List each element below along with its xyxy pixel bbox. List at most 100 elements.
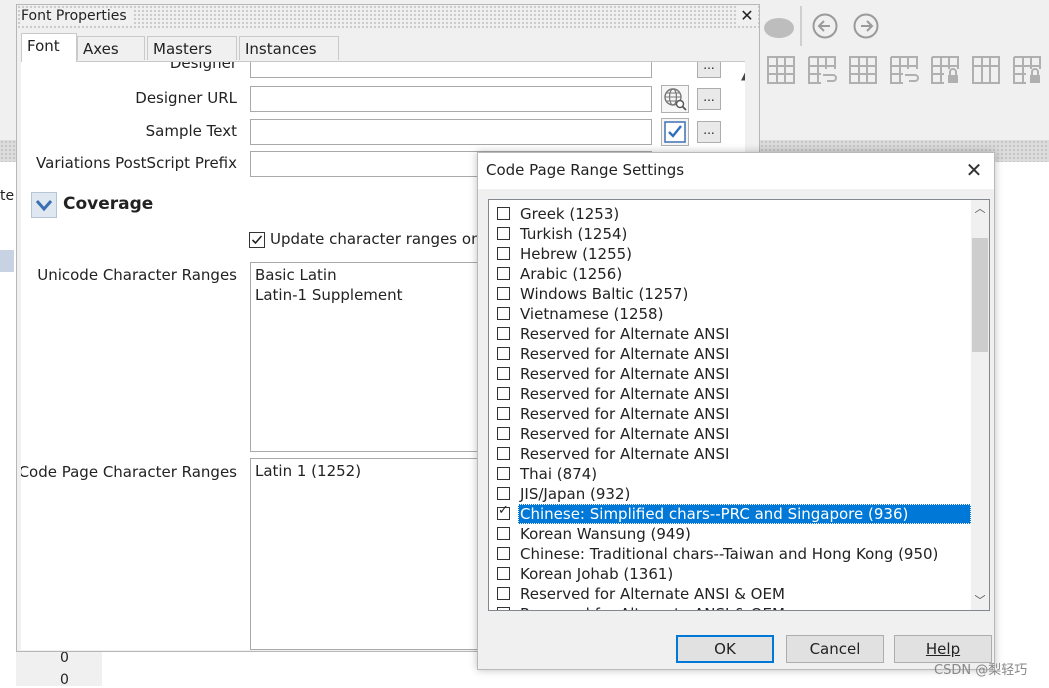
code-page-checkbox[interactable]: [497, 287, 510, 300]
list-item: Basic Latin: [255, 266, 337, 284]
ellipse-tool-icon[interactable]: [764, 18, 794, 38]
code-page-checkbox[interactable]: [497, 503, 510, 520]
list-item: Latin-1 Supplement: [255, 286, 403, 304]
code-page-item[interactable]: Reserved for Alternate ANSI: [489, 424, 971, 444]
checkbox-list-icon[interactable]: [661, 118, 689, 146]
sample-text-field[interactable]: [250, 119, 652, 145]
code-page-checkbox[interactable]: [497, 587, 510, 600]
tab-font[interactable]: Font: [21, 33, 77, 62]
designer-field[interactable]: [250, 62, 652, 78]
table-undo-2-icon[interactable]: [889, 55, 919, 85]
code-page-checkbox[interactable]: [497, 367, 510, 380]
table-grid-icon[interactable]: [766, 55, 796, 85]
code-page-item[interactable]: Reserved for Alternate ANSI: [489, 364, 971, 384]
code-page-item[interactable]: Reserved for Alternate ANSI & OEM: [489, 584, 971, 604]
close-icon[interactable]: ✕: [737, 6, 757, 26]
designer-url-label: Designer URL: [135, 89, 237, 107]
code-page-label: Windows Baltic (1257): [520, 285, 689, 303]
code-page-list[interactable]: Greek (1253) Turkish (1254) Hebrew (1255) A…: [488, 199, 990, 611]
code-page-label: JIS/Japan (932): [520, 485, 631, 503]
unicode-ranges-list[interactable]: Basic Latin Latin-1 Supplement: [250, 262, 490, 452]
codepage-ranges-label: Code Page Character Ranges: [21, 463, 237, 481]
scrollbar[interactable]: ︿ ﹀: [971, 200, 989, 610]
scroll-up-icon[interactable]: ▲: [741, 68, 745, 82]
table-columns-icon[interactable]: [971, 55, 1001, 85]
code-page-checkbox[interactable]: [497, 327, 510, 340]
code-page-item[interactable]: Korean Johab (1361): [489, 564, 971, 584]
font-properties-titlebar[interactable]: Font Properties ✕: [17, 5, 759, 29]
code-page-checkbox[interactable]: [497, 567, 510, 580]
code-page-checkbox[interactable]: [497, 547, 510, 560]
tab-instances[interactable]: Instances (1): [239, 36, 339, 82]
code-page-checkbox[interactable]: [497, 407, 510, 420]
code-page-item[interactable]: Turkish (1254): [489, 224, 971, 244]
table-undo-icon[interactable]: [807, 55, 837, 85]
background-text: te: [0, 188, 15, 204]
sample-text-browse-button[interactable]: ...: [697, 121, 721, 143]
code-page-checkbox[interactable]: [497, 467, 510, 480]
table-rows-icon[interactable]: [848, 55, 878, 85]
update-ranges-checkbox[interactable]: [249, 232, 265, 248]
designer-browse-button[interactable]: ...: [697, 62, 721, 78]
chevron-down-icon[interactable]: [31, 192, 57, 218]
ok-button[interactable]: OK: [676, 635, 774, 663]
list-item: Latin 1 (1252): [255, 462, 362, 480]
scrollbar-thumb[interactable]: [972, 238, 988, 352]
designer-url-field[interactable]: [250, 86, 652, 112]
code-page-checkbox[interactable]: [497, 447, 510, 460]
code-page-checkbox[interactable]: [497, 227, 510, 240]
code-page-item[interactable]: Reserved for Alternate ANSI: [489, 324, 971, 344]
chevron-up-icon[interactable]: ︿: [973, 200, 987, 216]
code-page-item[interactable]: Reserved for Alternate ANSI: [489, 344, 971, 364]
code-page-range-dialog: Code Page Range Settings ✕ Greek (1253) T…: [477, 152, 995, 670]
tab-masters[interactable]: Masters (1): [147, 36, 237, 82]
unicode-ranges-label: Unicode Character Ranges: [37, 266, 237, 284]
code-page-checkbox[interactable]: [497, 307, 510, 320]
code-page-item[interactable]: Reserved for Alternate ANSI: [489, 444, 971, 464]
code-page-checkbox[interactable]: [497, 607, 510, 610]
code-page-label: Reserved for Alternate ANSI & OEM: [518, 604, 787, 610]
table-lock-2-icon[interactable]: [1012, 55, 1042, 85]
code-page-checkbox[interactable]: [497, 427, 510, 440]
code-page-label: Greek (1253): [520, 205, 620, 223]
back-arrow-icon[interactable]: [812, 13, 838, 39]
code-page-checkbox[interactable]: [497, 207, 510, 220]
code-page-item[interactable]: Arabic (1256): [489, 264, 971, 284]
code-page-item[interactable]: Reserved for Alternate ANSI: [489, 404, 971, 424]
forward-arrow-icon[interactable]: [853, 13, 879, 39]
code-page-item[interactable]: Vietnamese (1258): [489, 304, 971, 324]
tab-axes[interactable]: Axes (0): [77, 36, 145, 82]
table-lock-icon[interactable]: [930, 55, 960, 85]
code-page-item[interactable]: Reserved for Alternate ANSI & OEM: [489, 604, 971, 610]
code-page-item[interactable]: Reserved for Alternate ANSI: [489, 384, 971, 404]
code-page-item[interactable]: Korean Wansung (949): [489, 524, 971, 544]
chevron-down-icon[interactable]: ﹀: [973, 592, 987, 608]
background-selected-row: [0, 250, 14, 272]
dialog-titlebar[interactable]: Code Page Range Settings ✕: [478, 153, 994, 189]
help-button-label: Help: [925, 640, 961, 658]
code-page-label: Reserved for Alternate ANSI: [520, 345, 730, 363]
code-page-item[interactable]: Windows Baltic (1257): [489, 284, 971, 304]
code-page-checkbox[interactable]: [497, 387, 510, 400]
code-page-checkbox[interactable]: [497, 527, 510, 540]
code-page-checkbox[interactable]: [497, 247, 510, 260]
codepage-ranges-list[interactable]: Latin 1 (1252): [250, 458, 490, 650]
code-page-item[interactable]: Chinese: Traditional chars--Taiwan and H…: [489, 544, 971, 564]
code-page-label: Reserved for Alternate ANSI: [520, 405, 730, 423]
code-page-item[interactable]: Hebrew (1255): [489, 244, 971, 264]
cancel-button[interactable]: Cancel: [786, 635, 884, 663]
code-page-label: Turkish (1254): [520, 225, 628, 243]
close-icon[interactable]: ✕: [962, 159, 986, 183]
code-page-label: Korean Wansung (949): [520, 525, 691, 543]
dialog-title: Code Page Range Settings: [486, 161, 685, 179]
code-page-item[interactable]: Chinese: Simplified chars--PRC and Singa…: [489, 503, 971, 524]
code-page-item[interactable]: Thai (874): [489, 464, 971, 484]
code-page-label: Thai (874): [520, 465, 598, 483]
code-page-item[interactable]: JIS/Japan (932): [489, 484, 971, 504]
code-page-item[interactable]: Greek (1253): [489, 204, 971, 224]
designer-url-browse-button[interactable]: ...: [697, 88, 721, 110]
code-page-checkbox[interactable]: [497, 267, 510, 280]
code-page-checkbox[interactable]: [497, 487, 510, 500]
code-page-checkbox[interactable]: [497, 347, 510, 360]
globe-icon[interactable]: [661, 85, 689, 113]
